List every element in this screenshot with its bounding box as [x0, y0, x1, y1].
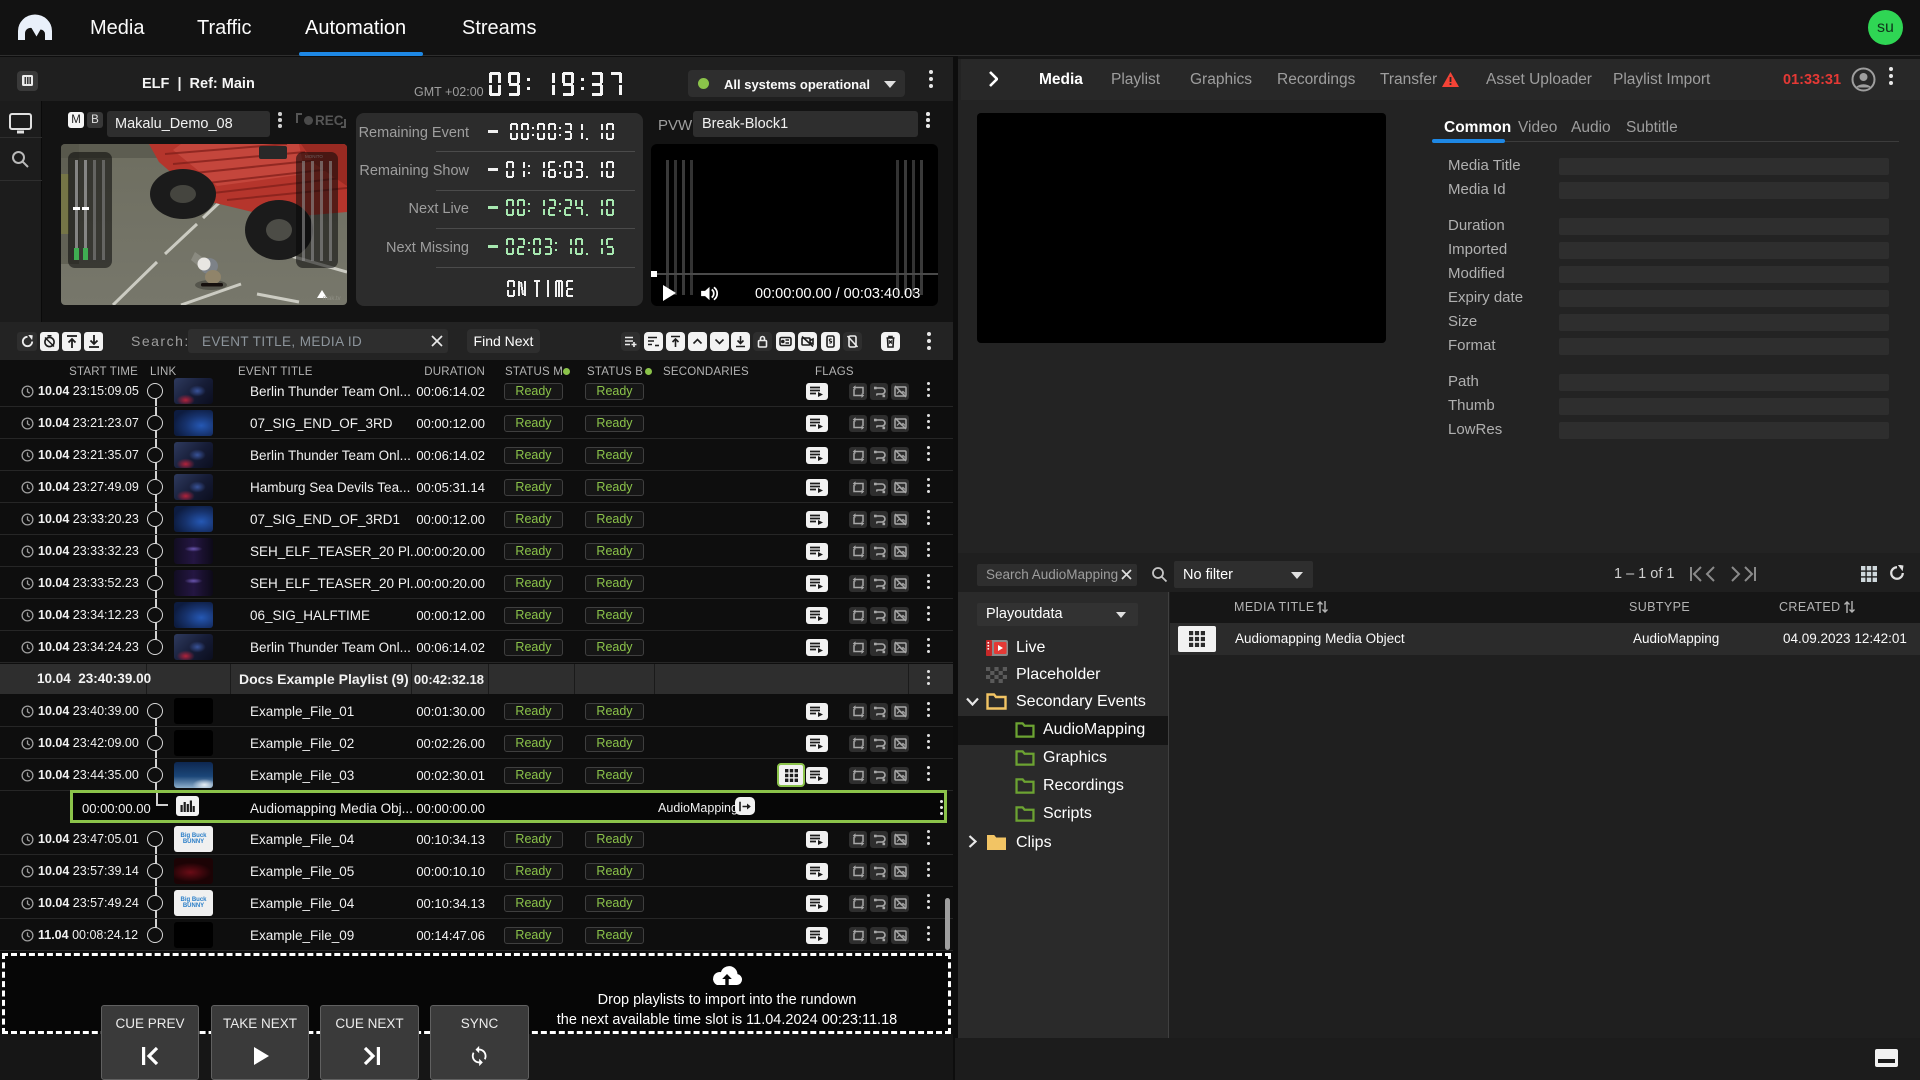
svg-text:mak.tv: mak.tv — [323, 296, 341, 302]
